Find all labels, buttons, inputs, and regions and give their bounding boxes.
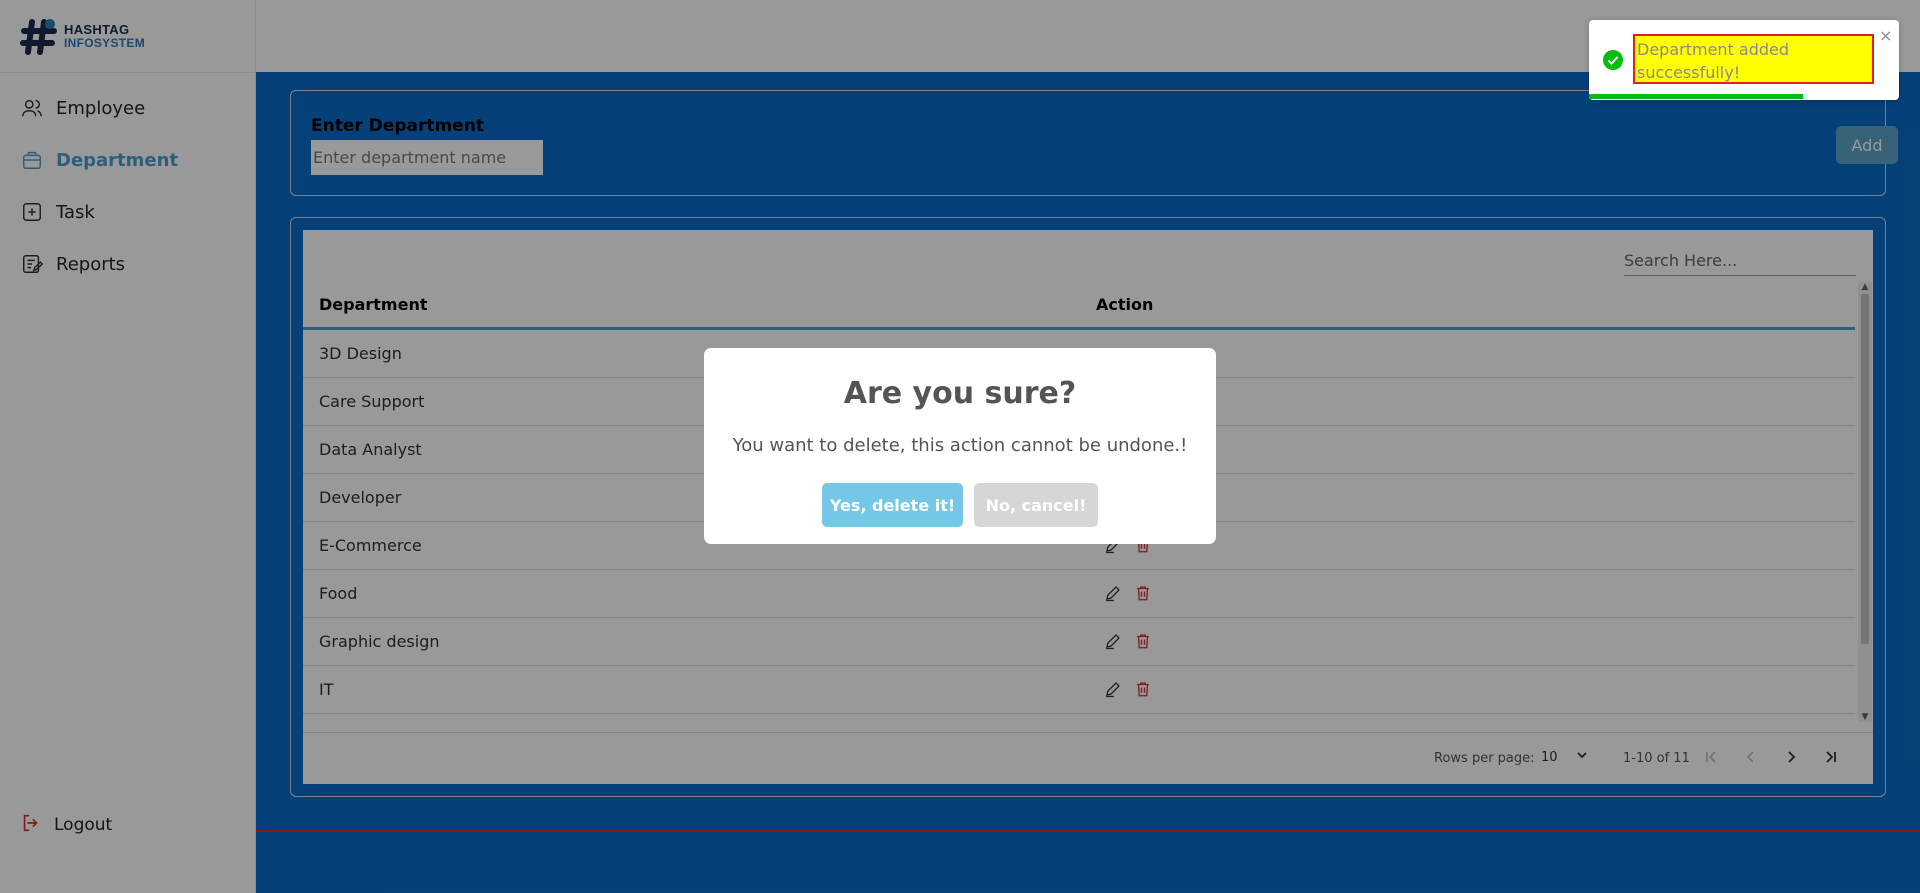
toast-message: Department added successfully! xyxy=(1633,34,1874,84)
dialog-title: Are you sure? xyxy=(843,376,1077,411)
cancel-button[interactable]: No, cancel! xyxy=(974,483,1098,527)
confirm-delete-button[interactable]: Yes, delete it! xyxy=(822,483,963,527)
check-circle-icon xyxy=(1603,50,1623,70)
success-toast: Department added successfully! × xyxy=(1589,20,1899,100)
toast-progress-bar xyxy=(1589,94,1803,99)
confirm-delete-dialog: Are you sure? You want to delete, this a… xyxy=(704,348,1216,544)
close-icon[interactable]: × xyxy=(1879,26,1892,45)
dialog-text: You want to delete, this action cannot b… xyxy=(732,435,1188,456)
